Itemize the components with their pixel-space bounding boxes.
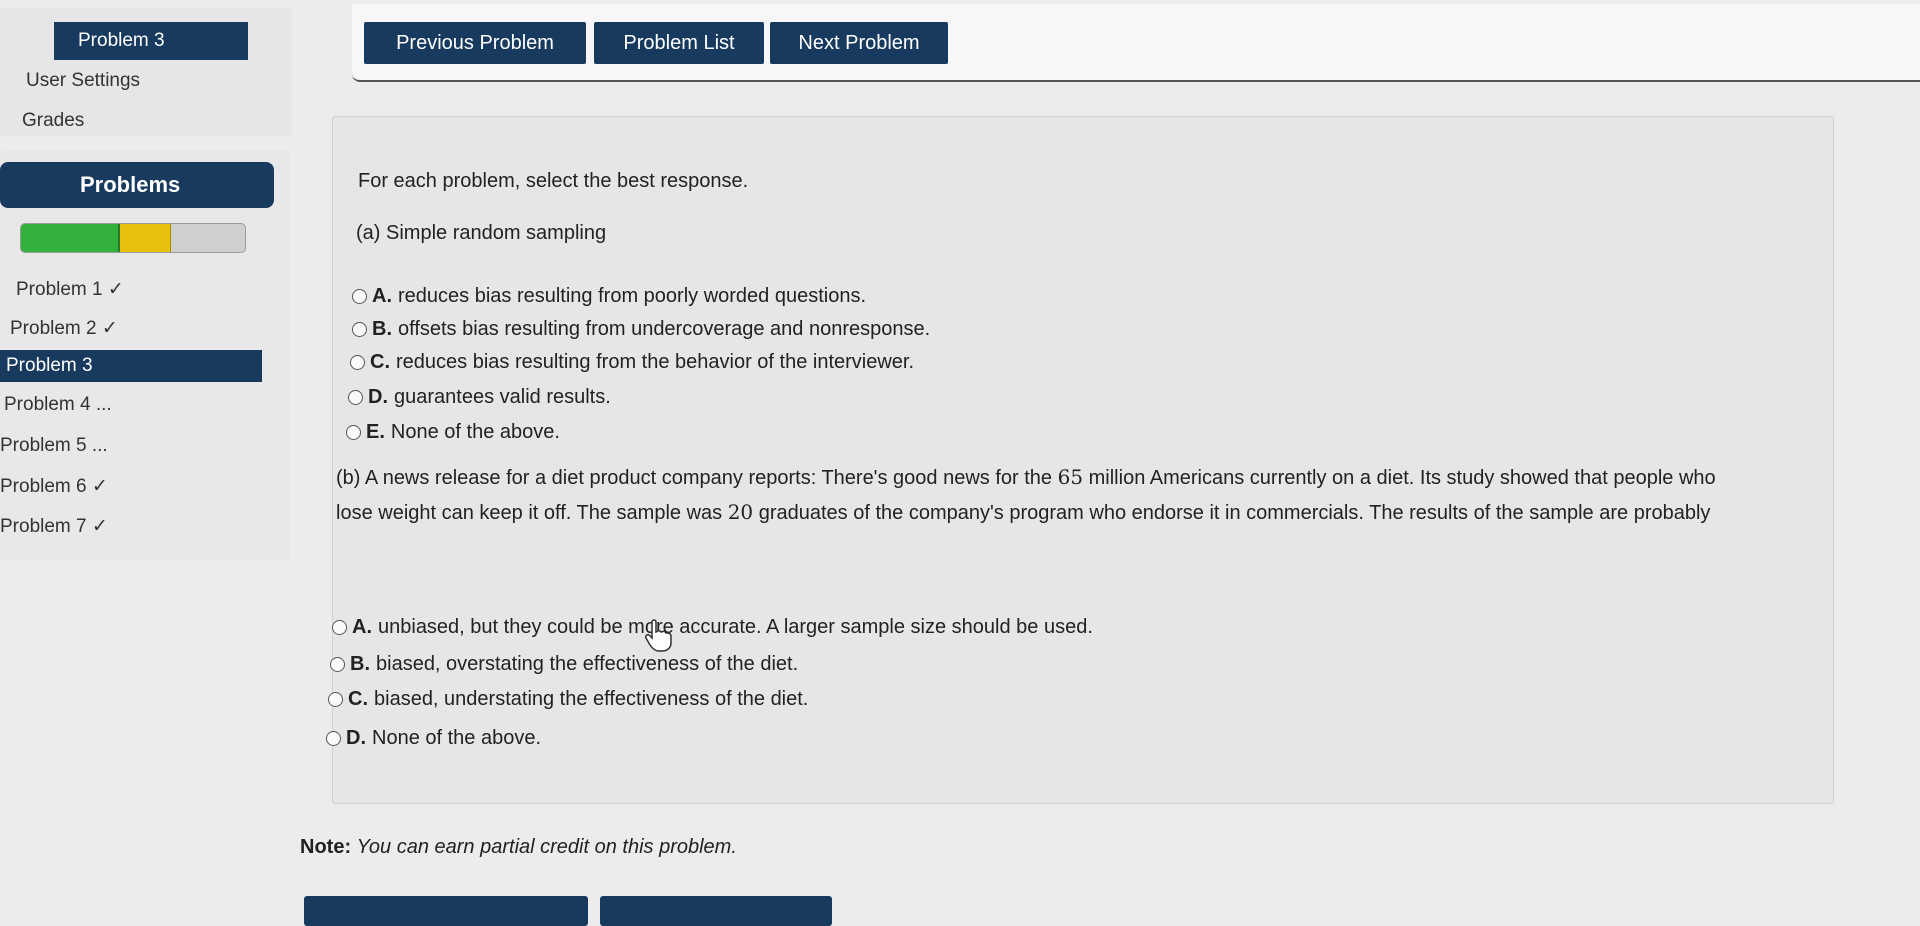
grades-link[interactable]: Grades bbox=[22, 110, 84, 132]
problem-list-item-5[interactable]: Problem 5 ... bbox=[0, 430, 262, 462]
radio-button[interactable] bbox=[352, 322, 367, 337]
part-a-option-a[interactable]: A. reduces bias resulting from poorly wo… bbox=[352, 285, 866, 308]
problems-heading: Problems bbox=[0, 162, 274, 208]
note-text: You can earn partial credit on this prob… bbox=[356, 836, 737, 858]
radio-button[interactable] bbox=[328, 692, 343, 707]
note-label: Note: bbox=[300, 836, 352, 858]
progress-bar bbox=[20, 223, 246, 253]
part-a-option-b[interactable]: B. offsets bias resulting from undercove… bbox=[352, 318, 930, 341]
option-text: unbiased, but they could be more accurat… bbox=[378, 616, 1093, 638]
problem-list-item-3[interactable]: Problem 3 bbox=[0, 350, 262, 382]
radio-button[interactable] bbox=[348, 390, 363, 405]
option-text: reduces bias resulting from the behavior… bbox=[396, 351, 915, 373]
option-text: biased, understating the effectiveness o… bbox=[374, 688, 809, 710]
option-letter: A. bbox=[372, 285, 392, 307]
problem-list-item-7[interactable]: Problem 7 ✓ bbox=[0, 510, 262, 542]
option-letter: A. bbox=[352, 616, 372, 638]
partial-credit-note: Note: You can earn partial credit on thi… bbox=[300, 836, 737, 859]
radio-button[interactable] bbox=[326, 731, 341, 746]
problem-list-item-4[interactable]: Problem 4 ... bbox=[0, 389, 262, 421]
hand-pointer-icon bbox=[645, 619, 672, 652]
option-text: offsets bias resulting from undercoverag… bbox=[398, 318, 931, 340]
instructions-text: For each problem, select the best respon… bbox=[358, 170, 749, 192]
progress-partial-segment bbox=[119, 224, 172, 252]
problem-nav-bar bbox=[352, 4, 1920, 82]
part-b-option-d[interactable]: D. None of the above. bbox=[326, 727, 541, 750]
part-b-option-b[interactable]: B. biased, overstating the effectiveness… bbox=[330, 653, 798, 676]
problem-list-item-1[interactable]: Problem 1 ✓ bbox=[0, 273, 262, 305]
radio-button[interactable] bbox=[346, 425, 361, 440]
option-letter: C. bbox=[370, 351, 390, 373]
option-letter: B. bbox=[372, 318, 392, 340]
preview-answers-button[interactable] bbox=[304, 896, 588, 926]
option-letter: D. bbox=[368, 386, 388, 408]
option-letter: D. bbox=[346, 727, 366, 749]
option-text: guarantees valid results. bbox=[394, 386, 611, 408]
user-settings-link[interactable]: User Settings bbox=[26, 70, 140, 92]
part-b-option-c[interactable]: C. biased, understating the effectivenes… bbox=[328, 688, 808, 711]
radio-button[interactable] bbox=[352, 289, 367, 304]
part-b-option-a[interactable]: A. unbiased, but they could be more accu… bbox=[332, 616, 1093, 639]
part-a-option-c[interactable]: C. reduces bias resulting from the behav… bbox=[350, 351, 914, 374]
radio-button[interactable] bbox=[330, 657, 345, 672]
option-text: biased, overstating the effectiveness of… bbox=[376, 653, 799, 675]
previous-problem-button[interactable]: Previous Problem bbox=[364, 22, 586, 64]
next-problem-button[interactable]: Next Problem bbox=[770, 22, 948, 64]
submit-answers-button[interactable] bbox=[600, 896, 832, 926]
radio-button[interactable] bbox=[350, 355, 365, 370]
option-text: None of the above. bbox=[390, 421, 560, 443]
current-problem-button[interactable]: Problem 3 bbox=[54, 22, 248, 60]
option-letter: C. bbox=[348, 688, 368, 710]
option-text: None of the above. bbox=[372, 727, 542, 749]
part-a-option-e[interactable]: E. None of the above. bbox=[346, 421, 560, 444]
radio-button[interactable] bbox=[332, 620, 347, 635]
option-text: reduces bias resulting from poorly worde… bbox=[398, 285, 867, 307]
problem-list-item-6[interactable]: Problem 6 ✓ bbox=[0, 470, 262, 502]
part-b-prompt: (b) A news release for a diet product co… bbox=[336, 465, 1716, 524]
problem-list-item-2[interactable]: Problem 2 ✓ bbox=[0, 312, 262, 344]
part-a-prompt: (a) Simple random sampling bbox=[356, 222, 607, 244]
problem-list-button[interactable]: Problem List bbox=[594, 22, 764, 64]
option-letter: B. bbox=[350, 653, 370, 675]
part-a-option-d[interactable]: D. guarantees valid results. bbox=[348, 386, 611, 409]
progress-correct-segment bbox=[21, 224, 120, 252]
option-letter: E. bbox=[366, 421, 385, 443]
